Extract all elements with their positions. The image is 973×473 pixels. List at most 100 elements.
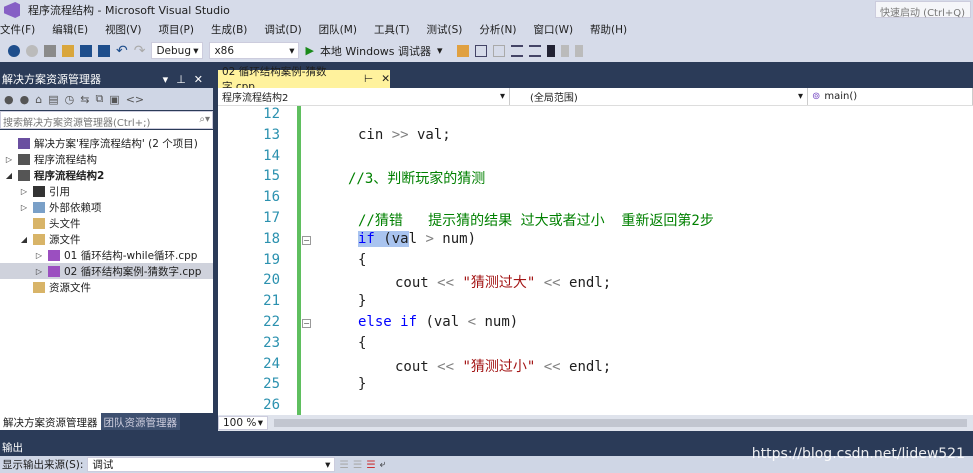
indent-icon[interactable] [474, 44, 487, 57]
member-dropdown[interactable]: ⊚ main() [808, 88, 973, 105]
properties-icon[interactable]: ▣ [109, 93, 119, 106]
forward-icon[interactable] [26, 44, 38, 57]
config-select[interactable]: Debug ▾ [151, 42, 204, 59]
new-project-icon[interactable] [44, 44, 56, 57]
tree-node-label: 源文件 [49, 233, 81, 246]
home-icon[interactable]: ⌂ [35, 93, 42, 106]
history-icon[interactable]: ◷ [65, 93, 75, 106]
expand-arrow-icon[interactable]: ▷ [4, 155, 14, 164]
run-debugger-button[interactable]: 本地 Windows 调试器 [320, 43, 431, 59]
menu-item[interactable]: 分析(N) [479, 22, 516, 37]
prev-message-icon[interactable]: ☰ [353, 459, 362, 471]
code-token: > [425, 230, 434, 247]
redo-icon[interactable]: ↷ [134, 43, 146, 59]
menu-item[interactable]: 团队(M) [319, 22, 357, 37]
menu-item[interactable]: 生成(B) [211, 22, 247, 37]
dropdown-icon[interactable]: ▾ [163, 73, 177, 86]
tree-node[interactable]: ▷ 外部依赖项 [0, 199, 213, 215]
expand-arrow-icon[interactable]: ◢ [19, 235, 29, 244]
tree-node[interactable]: ▷ 引用 [0, 183, 213, 199]
expand-arrow-icon[interactable]: ▷ [19, 203, 29, 212]
code-token: val; [408, 126, 451, 143]
quick-launch-input[interactable]: 快速启动 (Ctrl+Q) [875, 1, 971, 19]
back-icon[interactable]: ● [4, 93, 14, 106]
menu-bar: 文件(F) 编辑(E) 视图(V) 项目(P) 生成(B) 调试(D) 团队(M) 工具(T)… [0, 20, 973, 39]
editor-status-bar: 100 % ▾ [218, 415, 973, 431]
open-icon[interactable] [62, 44, 74, 57]
expand-arrow-icon[interactable]: ▷ [34, 251, 44, 260]
solution-explorer-toolbar: ● ● ⌂ ▤ ◷ ⇆ ⧉ ▣ <> [0, 88, 213, 110]
collapse-icon[interactable]: ⧉ [95, 92, 103, 106]
menu-item[interactable]: 视图(V) [105, 22, 141, 37]
save-icon[interactable] [80, 44, 92, 57]
menu-item[interactable]: 窗口(W) [533, 22, 573, 37]
search-icon[interactable]: ⌕▾ [199, 114, 210, 126]
tab-solution-explorer[interactable]: 解决方案资源管理器 [0, 413, 101, 430]
menu-item[interactable]: 帮助(H) [590, 22, 627, 37]
solution-search-input[interactable]: 搜索解决方案资源管理器(Ctrl+;) ⌕▾ [0, 111, 213, 129]
platform-select[interactable]: x86 ▾ [209, 42, 300, 59]
menu-item[interactable]: 编辑(E) [52, 22, 88, 37]
menu-item[interactable]: 工具(T) [374, 22, 410, 37]
zoom-select[interactable]: 100 % ▾ [218, 416, 268, 430]
line-number: 14 [263, 147, 280, 164]
close-icon[interactable]: ✕ [194, 73, 211, 86]
tree-node[interactable]: ▷ 程序流程结构 [0, 151, 213, 167]
forward-icon[interactable]: ● [20, 93, 30, 106]
platform-value: x86 [214, 44, 235, 57]
save-all-icon[interactable] [98, 44, 110, 57]
code-token: "猜测过小" [462, 358, 536, 375]
find-message-icon[interactable]: ☰ [339, 459, 348, 471]
expand-arrow-icon[interactable]: ▷ [19, 187, 29, 196]
code-editor[interactable]: 12 13 cin >> val; 14 15 //3、判断玩家的猜测 16 17 //猜错 提… [218, 106, 973, 415]
fold-toggle-icon[interactable]: − [302, 235, 311, 245]
code-token: >> [391, 126, 409, 143]
code-token: << [437, 358, 455, 375]
pin-icon[interactable]: ⊥ [176, 73, 194, 86]
pin-icon[interactable]: ⊢ [364, 73, 373, 85]
menu-item[interactable]: 调试(D) [264, 22, 301, 37]
play-icon[interactable]: ▶ [305, 44, 313, 57]
uncomment-icon[interactable] [528, 44, 541, 57]
comment-icon[interactable] [510, 44, 523, 57]
prev-bookmark-icon[interactable] [560, 44, 569, 57]
menu-item[interactable]: 项目(P) [158, 22, 194, 37]
expand-arrow-icon[interactable]: ◢ [4, 171, 14, 180]
scope-dropdown[interactable]: (全局范围) ▾ [510, 88, 808, 105]
menu-item[interactable]: 测试(S) [427, 22, 463, 37]
code-line: { [358, 335, 366, 351]
find-icon[interactable] [456, 44, 469, 57]
switch-views-icon[interactable]: ▤ [48, 93, 58, 106]
fold-toggle-icon[interactable]: − [302, 319, 311, 328]
tree-node[interactable]: 资源文件 [0, 279, 213, 295]
code-token: (va [374, 230, 409, 247]
sync-icon[interactable]: ⇆ [80, 93, 89, 106]
tab-editor-file[interactable]: 02 循环结构案例-猜数字.cpp ⊢ ✕ [218, 66, 390, 93]
undo-icon[interactable]: ↶ [116, 43, 128, 59]
word-wrap-icon[interactable]: ⤶ [380, 458, 386, 471]
tab-team-explorer[interactable]: 团队资源管理器 [100, 413, 180, 430]
next-bookmark-icon[interactable] [574, 44, 583, 57]
window-title: 程序流程结构 - Microsoft Visual Studio [28, 4, 230, 17]
back-icon[interactable] [8, 44, 20, 57]
code-token: << [543, 275, 561, 292]
horizontal-scrollbar[interactable] [274, 419, 967, 427]
tree-node[interactable]: ◢ 源文件 [0, 231, 213, 247]
bookmark-icon[interactable] [546, 44, 555, 57]
code-line: //3、判断玩家的猜测 [348, 168, 485, 188]
tree-node[interactable]: ▷ 02 循环结构案例-猜数字.cpp [0, 263, 213, 279]
menu-item[interactable]: 文件(F) [0, 22, 35, 37]
project-dropdown[interactable]: 程序流程结构2 ▾ [218, 88, 510, 105]
output-source-select[interactable]: 调试 ▾ [87, 457, 336, 472]
code-token: } [358, 293, 367, 310]
outdent-icon[interactable] [492, 44, 505, 57]
close-tab-icon[interactable]: ✕ [381, 73, 390, 85]
expand-arrow-icon[interactable]: ▷ [34, 267, 44, 276]
scope-value: (全局范围) [530, 93, 578, 104]
tree-node[interactable]: ▷ 01 循环结构-while循环.cpp [0, 247, 213, 263]
tree-node[interactable]: 头文件 [0, 215, 213, 231]
clear-all-icon[interactable]: ☰ [366, 459, 375, 471]
tree-node[interactable]: ◢ 程序流程结构2 [0, 167, 213, 183]
code-icon[interactable]: <> [126, 93, 144, 106]
tree-node[interactable]: 解决方案'程序流程结构' (2 个项目) [0, 135, 213, 151]
